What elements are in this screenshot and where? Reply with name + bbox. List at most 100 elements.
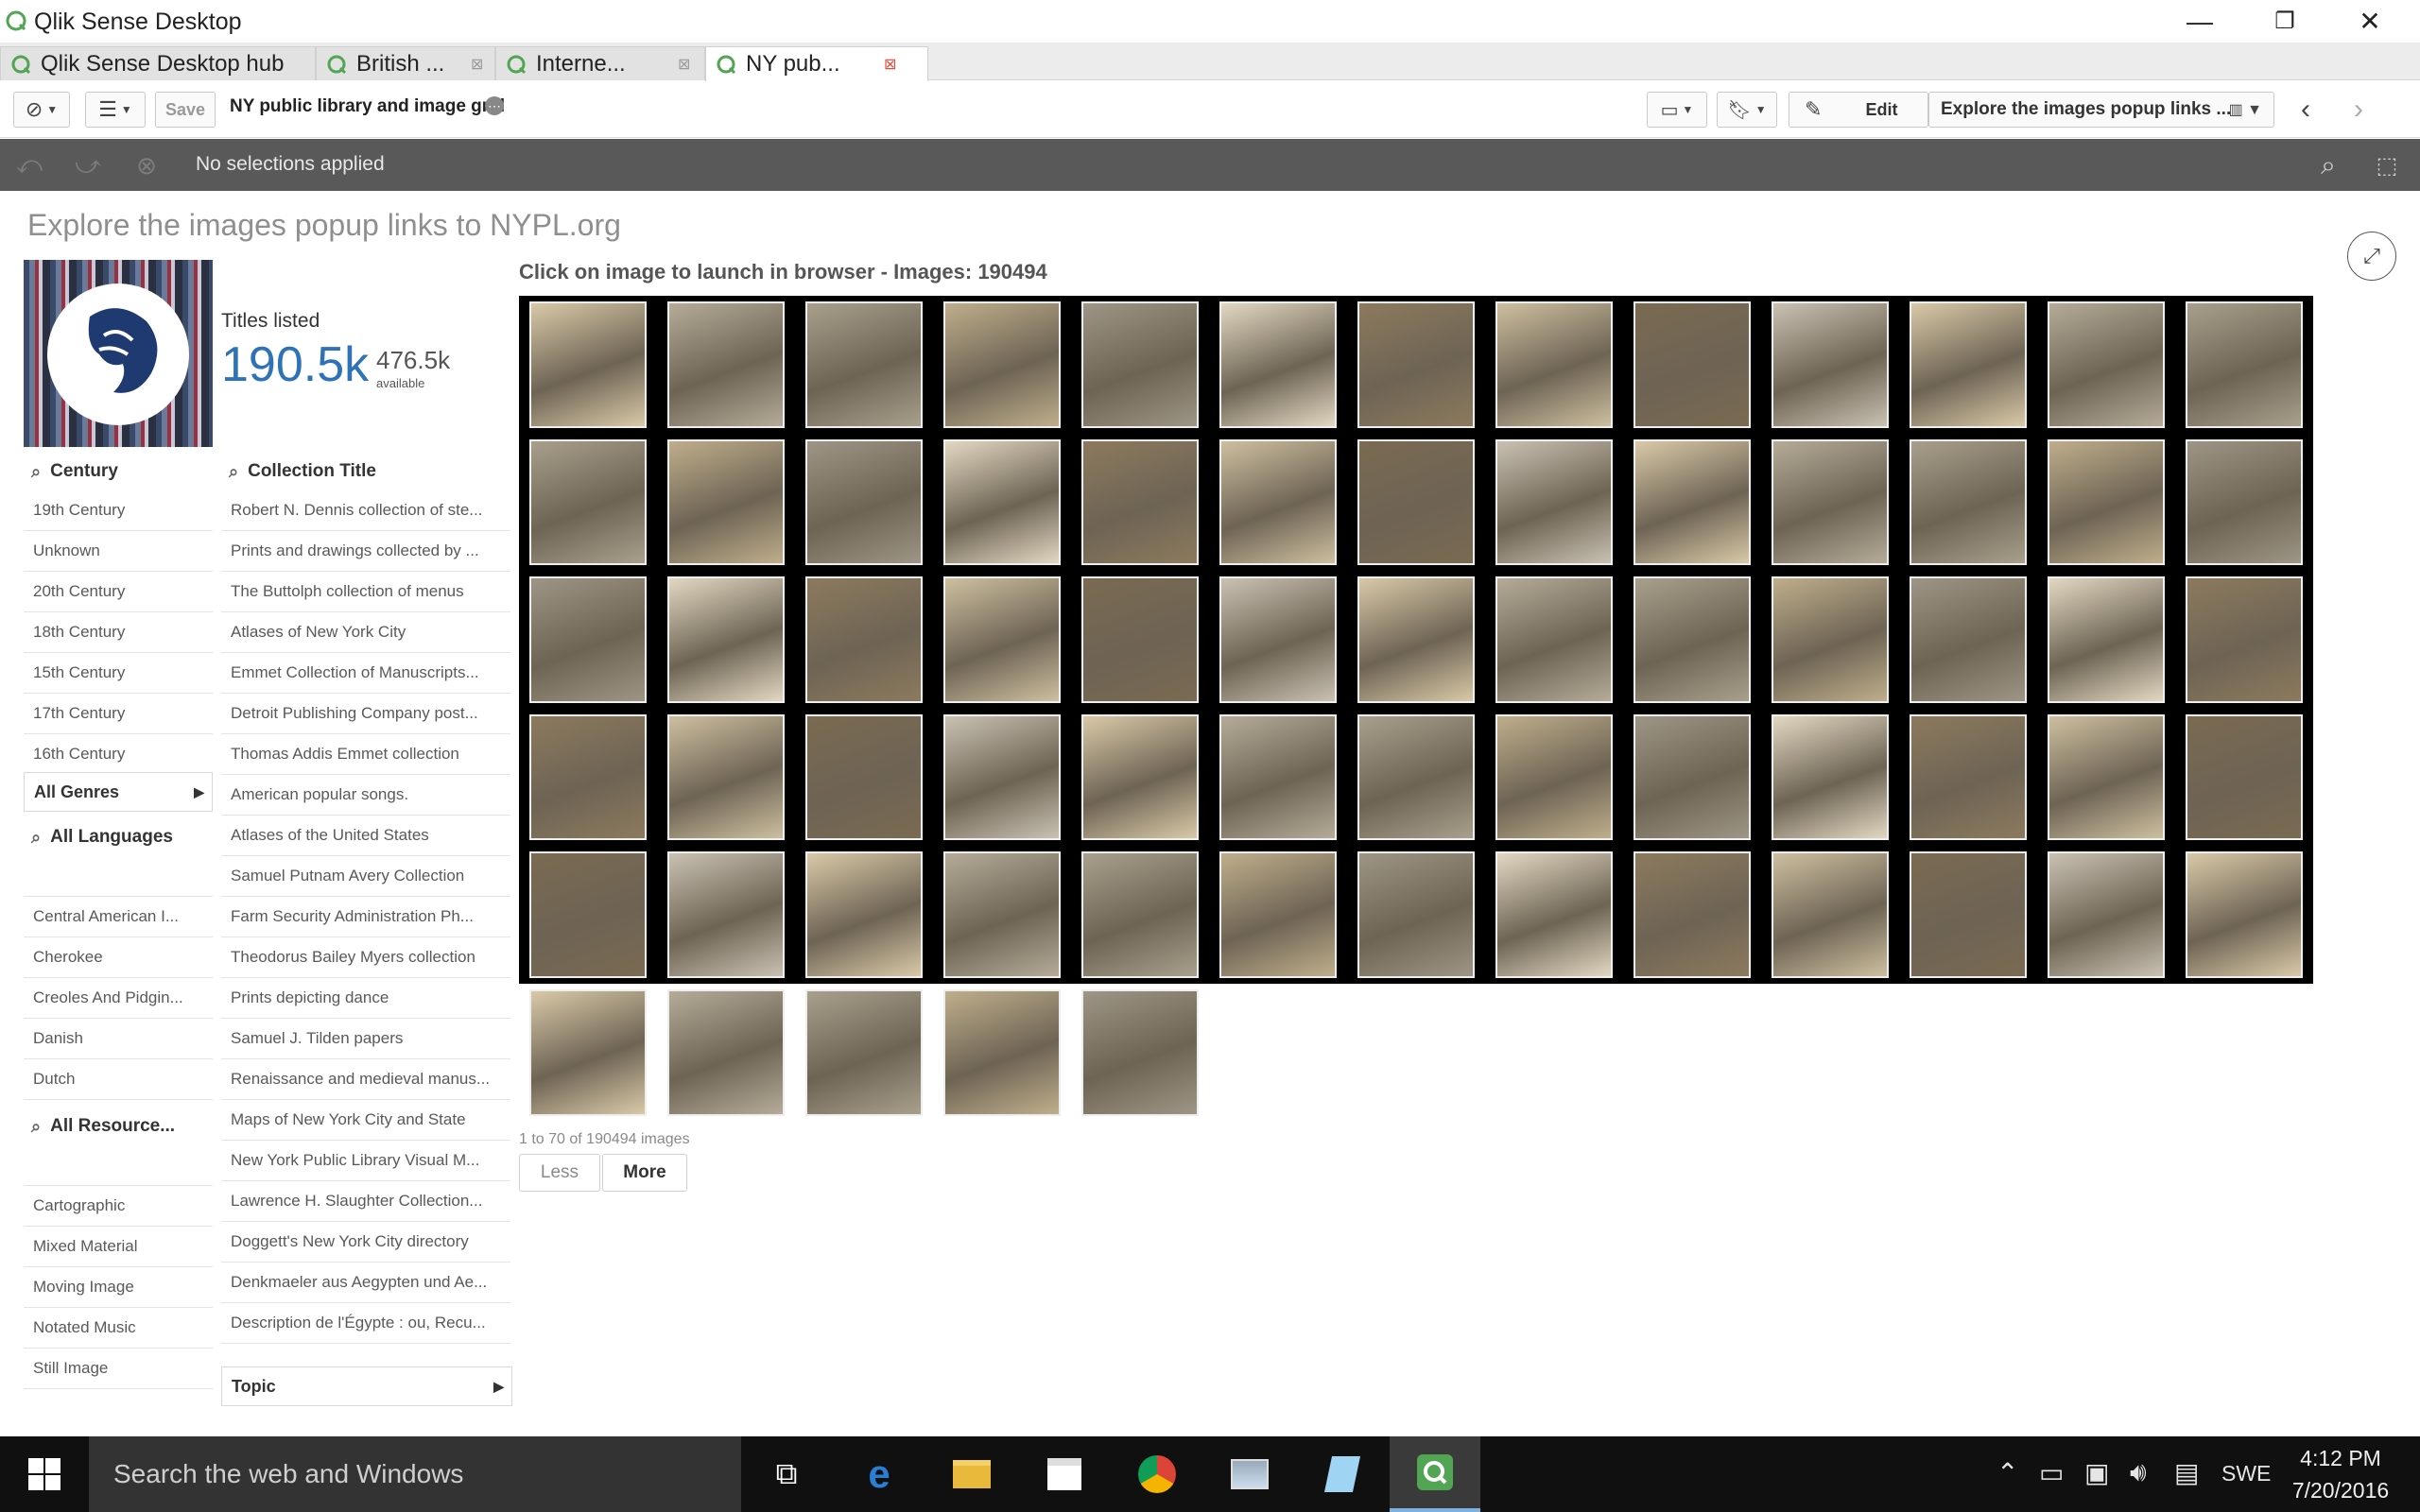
more-button[interactable]: More xyxy=(602,1154,687,1192)
tab-hub[interactable]: Qlik Sense Desktop hub xyxy=(0,46,316,80)
image-thumbnail[interactable] xyxy=(1910,438,2027,566)
story-button[interactable]: ▭ ▼ xyxy=(1647,92,1707,128)
list-item[interactable] xyxy=(24,1145,213,1186)
taskbar-clock[interactable]: 4:12 PM 7/20/2016 xyxy=(2284,1442,2397,1506)
image-thumbnail[interactable] xyxy=(1357,301,1475,428)
collection-header[interactable]: ⌕ Collection Title xyxy=(221,453,510,490)
global-menu-button[interactable]: ☰ ▼ xyxy=(85,92,146,128)
genres-filter[interactable]: All Genres ▶ xyxy=(24,772,213,812)
resource-header[interactable]: ⌕ All Resource... xyxy=(24,1108,213,1145)
close-window-button[interactable]: ✕ xyxy=(2327,0,2412,43)
image-thumbnail[interactable] xyxy=(2048,713,2165,841)
image-thumbnail[interactable] xyxy=(529,989,647,1116)
image-thumbnail[interactable] xyxy=(1081,989,1199,1116)
list-item[interactable]: Maps of New York City and State xyxy=(221,1100,510,1141)
languages-header[interactable]: ⌕ All Languages xyxy=(24,818,213,856)
tab-internet[interactable]: Interne... ⊠ xyxy=(495,46,705,80)
image-thumbnail[interactable] xyxy=(1772,576,1889,703)
image-thumbnail[interactable] xyxy=(2048,851,2165,978)
image-thumbnail[interactable] xyxy=(1495,851,1613,978)
image-thumbnail[interactable] xyxy=(2186,438,2303,566)
image-thumbnail[interactable] xyxy=(1495,438,1613,566)
search-icon[interactable]: ⌕ xyxy=(2312,150,2344,180)
image-thumbnail[interactable] xyxy=(1495,301,1613,428)
image-thumbnail[interactable] xyxy=(1081,713,1199,841)
image-thumbnail[interactable] xyxy=(1772,301,1889,428)
image-thumbnail[interactable] xyxy=(1081,851,1199,978)
restore-button[interactable]: ❐ xyxy=(2242,0,2327,43)
image-thumbnail[interactable] xyxy=(1772,438,1889,566)
list-item[interactable]: 15th Century xyxy=(24,653,213,694)
image-thumbnail[interactable] xyxy=(1634,851,1751,978)
image-thumbnail[interactable] xyxy=(1910,851,2027,978)
taskbar-search[interactable]: Search the web and Windows xyxy=(89,1436,741,1512)
chrome-icon[interactable] xyxy=(1112,1436,1202,1512)
navigation-button[interactable]: ⊘ ▼ xyxy=(13,92,70,128)
list-item[interactable]: New York Public Library Visual M... xyxy=(221,1141,510,1181)
image-thumbnail[interactable] xyxy=(1357,851,1475,978)
list-item[interactable]: 19th Century xyxy=(24,490,213,531)
tab-close-icon[interactable]: ⊠ xyxy=(471,55,483,74)
list-item[interactable]: Renaissance and medieval manus... xyxy=(221,1059,510,1100)
list-item[interactable]: Thomas Addis Emmet collection xyxy=(221,734,510,775)
qlik-taskbar-icon[interactable] xyxy=(1390,1436,1480,1512)
notepad-app-icon[interactable] xyxy=(1297,1436,1388,1512)
image-thumbnail[interactable] xyxy=(805,301,923,428)
previous-sheet-button[interactable]: ‹ xyxy=(2282,92,2329,128)
list-item[interactable]: Notated Music xyxy=(24,1308,213,1349)
image-thumbnail[interactable] xyxy=(943,851,1061,978)
list-item[interactable]: Lawrence H. Slaughter Collection... xyxy=(221,1181,510,1222)
list-item[interactable]: Detroit Publishing Company post... xyxy=(221,694,510,734)
list-item[interactable]: 18th Century xyxy=(24,612,213,653)
step-back-icon[interactable]: ⤺ xyxy=(13,150,45,180)
sheet-selector[interactable]: Explore the images popup links ... ▥ ▼ xyxy=(1928,92,2274,128)
list-item[interactable]: Denkmaeler aus Aegypten und Ae... xyxy=(221,1263,510,1303)
image-thumbnail[interactable] xyxy=(1081,301,1199,428)
expand-button[interactable]: ⤢ xyxy=(2347,232,2396,281)
input-language[interactable]: SWE xyxy=(2221,1461,2271,1486)
image-thumbnail[interactable] xyxy=(1910,301,2027,428)
list-item[interactable]: Danish xyxy=(24,1019,213,1059)
image-thumbnail[interactable] xyxy=(943,576,1061,703)
tab-ny-public[interactable]: NY pub... ⊠ xyxy=(705,46,928,81)
image-thumbnail[interactable] xyxy=(667,713,785,841)
image-thumbnail[interactable] xyxy=(1495,713,1613,841)
next-sheet-button[interactable]: › xyxy=(2335,92,2382,128)
list-item[interactable]: Theodorus Bailey Myers collection xyxy=(221,937,510,978)
image-thumbnail[interactable] xyxy=(667,989,785,1116)
list-item[interactable]: Mixed Material xyxy=(24,1227,213,1267)
image-thumbnail[interactable] xyxy=(2186,301,2303,428)
image-thumbnail[interactable] xyxy=(1219,851,1337,978)
list-item[interactable]: Cherokee xyxy=(24,937,213,978)
image-thumbnail[interactable] xyxy=(1772,851,1889,978)
list-item[interactable]: American popular songs. xyxy=(221,775,510,816)
image-thumbnail[interactable] xyxy=(805,713,923,841)
image-thumbnail[interactable] xyxy=(1357,438,1475,566)
network-icon[interactable]: ▣ xyxy=(2084,1457,2109,1488)
bookmark-button[interactable]: 🔖︎ ▼ xyxy=(1717,92,1777,128)
list-item[interactable]: Moving Image xyxy=(24,1267,213,1308)
image-thumbnail[interactable] xyxy=(1634,301,1751,428)
image-thumbnail[interactable] xyxy=(805,989,923,1116)
tray-expand-icon[interactable]: ⌃ xyxy=(1996,1457,2018,1488)
topic-filter[interactable]: Topic ▶ xyxy=(221,1366,512,1406)
image-thumbnail[interactable] xyxy=(943,713,1061,841)
image-thumbnail[interactable] xyxy=(1219,713,1337,841)
image-thumbnail[interactable] xyxy=(1634,438,1751,566)
image-thumbnail[interactable] xyxy=(1495,576,1613,703)
list-item[interactable]: Cartographic xyxy=(24,1186,213,1227)
step-forward-icon[interactable]: ⤻ xyxy=(72,150,104,180)
image-thumbnail[interactable] xyxy=(529,576,647,703)
image-thumbnail[interactable] xyxy=(2186,851,2303,978)
image-thumbnail[interactable] xyxy=(529,301,647,428)
less-button[interactable]: Less xyxy=(519,1154,600,1192)
edit-button[interactable]: ✎ Edit xyxy=(1789,92,1928,128)
image-thumbnail[interactable] xyxy=(2186,576,2303,703)
list-item[interactable] xyxy=(24,856,213,897)
collection-filter[interactable]: ⌕ Collection Title Robert N. Dennis colle… xyxy=(221,453,510,1344)
tab-close-icon[interactable]: ⊠ xyxy=(678,55,690,74)
image-thumbnail[interactable] xyxy=(2048,301,2165,428)
smart-select-icon[interactable]: ⬚ xyxy=(2371,150,2403,180)
image-thumbnail[interactable] xyxy=(1910,713,2027,841)
list-item[interactable]: Farm Security Administration Ph... xyxy=(221,897,510,937)
